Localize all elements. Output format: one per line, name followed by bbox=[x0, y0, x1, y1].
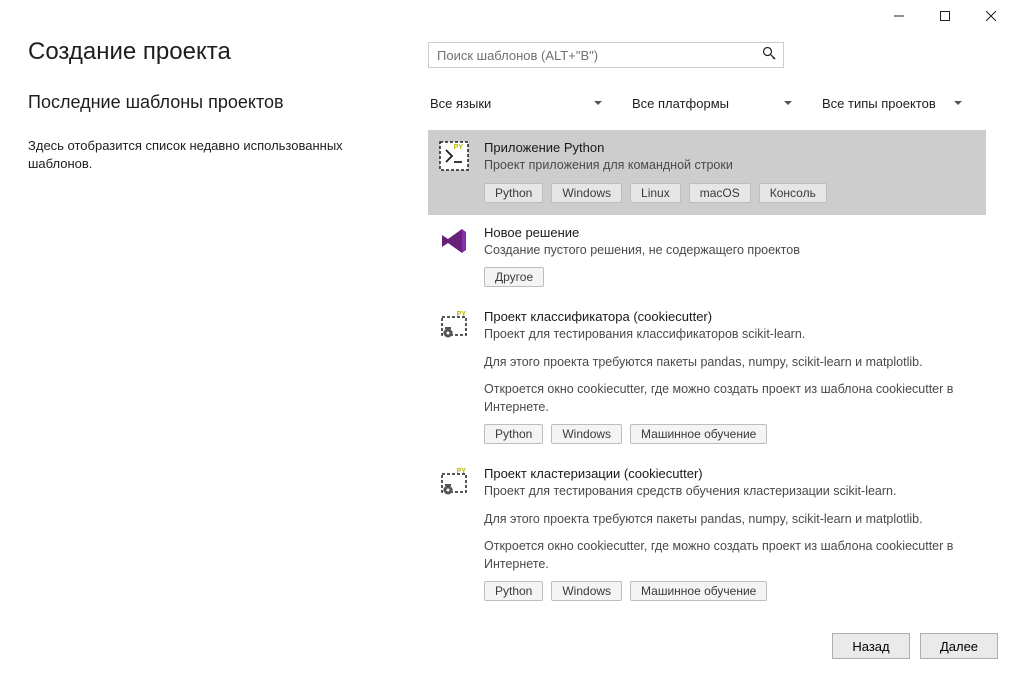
template-description: Проект для тестирования средств обучения… bbox=[484, 483, 976, 501]
template-title: Проект классификатора (cookiecutter) bbox=[484, 309, 976, 324]
maximize-button[interactable] bbox=[922, 2, 968, 30]
template-body: Приложение Python Проект приложения для к… bbox=[484, 140, 976, 203]
template-tag: Python bbox=[484, 581, 543, 601]
template-tag: Python bbox=[484, 424, 543, 444]
chevron-down-icon bbox=[954, 101, 962, 105]
template-tag: macOS bbox=[689, 183, 751, 203]
tag-row: Другое bbox=[484, 267, 976, 287]
recent-templates-title: Последние шаблоны проектов bbox=[28, 92, 408, 113]
minimize-button[interactable] bbox=[876, 2, 922, 30]
svg-text:PY: PY bbox=[457, 468, 467, 475]
chevron-down-icon bbox=[594, 101, 602, 105]
search-button[interactable] bbox=[755, 43, 783, 67]
template-body: Проект классификатора (cookiecutter) Прое… bbox=[484, 309, 976, 444]
template-tag: Консоль bbox=[759, 183, 827, 203]
recent-templates-empty: Здесь отобразится список недавно использ… bbox=[28, 137, 408, 173]
page-title: Создание проекта bbox=[28, 38, 408, 66]
filter-language-dropdown[interactable]: Все языки bbox=[428, 90, 608, 116]
template-tag: Windows bbox=[551, 183, 622, 203]
template-title: Проект кластеризации (cookiecutter) bbox=[484, 466, 976, 481]
template-paragraph: Для этого проекта требуются пакеты panda… bbox=[484, 511, 976, 529]
filter-platform-label: Все платформы bbox=[632, 96, 729, 111]
tag-row: Python Windows Машинное обучение bbox=[484, 581, 976, 601]
close-button[interactable] bbox=[968, 2, 1014, 30]
footer: Назад Далее bbox=[0, 617, 1014, 675]
python-cookiecutter-icon: PY bbox=[438, 309, 470, 341]
template-description: Создание пустого решения, не содержащего… bbox=[484, 242, 976, 260]
filter-language-label: Все языки bbox=[430, 96, 491, 111]
filter-platform-dropdown[interactable]: Все платформы bbox=[630, 90, 798, 116]
template-item[interactable]: Новое решение Создание пустого решения, н… bbox=[428, 215, 986, 300]
template-tag: Linux bbox=[630, 183, 681, 203]
template-tag: Python bbox=[484, 183, 543, 203]
template-tag: Другое bbox=[484, 267, 544, 287]
template-tag: Машинное обучение bbox=[630, 581, 767, 601]
titlebar bbox=[0, 0, 1014, 32]
template-item[interactable]: PYПроект кластеризации (cookiecutter)Про… bbox=[428, 456, 986, 613]
template-item[interactable]: PYПроект классификатора (cookiecutter)Пр… bbox=[428, 299, 986, 456]
vs-solution-icon bbox=[438, 225, 470, 257]
search-input[interactable] bbox=[428, 42, 784, 68]
back-button[interactable]: Назад bbox=[832, 633, 910, 659]
filter-project-type-dropdown[interactable]: Все типы проектов bbox=[820, 90, 968, 116]
search-icon bbox=[762, 46, 776, 65]
python-cookiecutter-icon: PY bbox=[438, 466, 470, 498]
template-body: Проект кластеризации (cookiecutter) Проек… bbox=[484, 466, 976, 601]
svg-text:PY: PY bbox=[454, 144, 464, 151]
template-description: Проект для тестирования классификаторов … bbox=[484, 326, 976, 344]
template-tag: Windows bbox=[551, 581, 622, 601]
python-app-icon: PY bbox=[438, 140, 470, 172]
search-box bbox=[428, 42, 784, 68]
tag-row: Python Windows Linux macOS Консоль bbox=[484, 183, 976, 203]
tag-row: Python Windows Машинное обучение bbox=[484, 424, 976, 444]
filter-project-type-label: Все типы проектов bbox=[822, 96, 936, 111]
template-description: Проект приложения для командной строки bbox=[484, 157, 976, 175]
template-tag: Машинное обучение bbox=[630, 424, 767, 444]
template-paragraph: Откроется окно cookiecutter, где можно с… bbox=[484, 538, 976, 573]
next-button[interactable]: Далее bbox=[920, 633, 998, 659]
template-tag: Windows bbox=[551, 424, 622, 444]
template-paragraph: Для этого проекта требуются пакеты panda… bbox=[484, 354, 976, 372]
template-paragraph: Откроется окно cookiecutter, где можно с… bbox=[484, 381, 976, 416]
svg-text:PY: PY bbox=[457, 311, 467, 318]
template-title: Новое решение bbox=[484, 225, 976, 240]
template-list: PY Приложение Python Проект приложения для… bbox=[428, 130, 986, 613]
template-body: Новое решение Создание пустого решения, н… bbox=[484, 225, 976, 288]
template-title: Приложение Python bbox=[484, 140, 976, 155]
template-item[interactable]: PY Приложение Python Проект приложения для… bbox=[428, 130, 986, 215]
chevron-down-icon bbox=[784, 101, 792, 105]
